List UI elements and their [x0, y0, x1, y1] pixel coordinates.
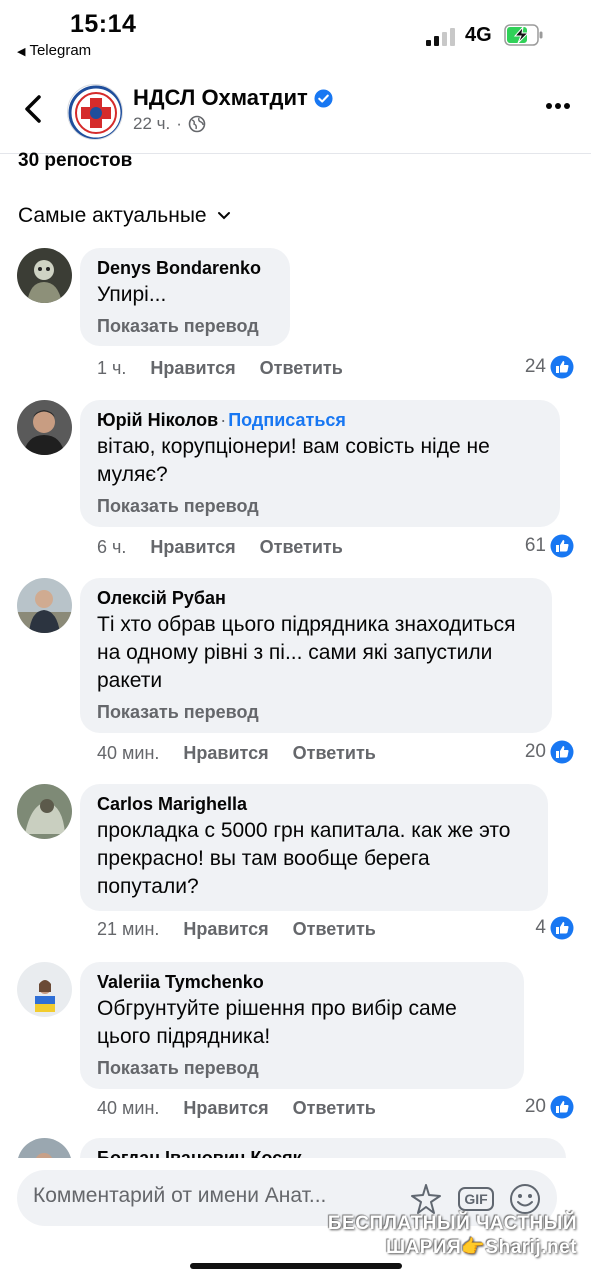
avatar[interactable] — [17, 784, 72, 839]
like-button[interactable]: Нравится — [183, 743, 268, 764]
like-count-value: 20 — [524, 1096, 546, 1117]
comment-text: прокладка с 5000 грн капитала. как же эт… — [97, 819, 511, 898]
globe-icon — [188, 115, 206, 133]
comment-bubble[interactable]: Denys Bondarenko Упирі... Показать перев… — [80, 248, 290, 346]
avatar[interactable] — [17, 248, 72, 303]
comment-input[interactable] — [33, 1184, 393, 1208]
comment-author[interactable]: Юрій Ніколов — [97, 410, 218, 430]
post-meta: 22 ч. · — [133, 114, 206, 134]
avatar[interactable] — [17, 578, 72, 633]
comment-age[interactable]: 1 ч. — [97, 358, 126, 379]
reply-button[interactable]: Ответить — [293, 743, 376, 764]
follow-button[interactable]: Подписаться — [228, 410, 346, 430]
back-triangle-icon: ◀ — [17, 46, 26, 58]
comment-age[interactable]: 40 мин. — [97, 1098, 159, 1119]
show-translation-link[interactable]: Показать перевод — [97, 315, 274, 337]
emoji-icon[interactable] — [508, 1182, 542, 1216]
comment-actions: 40 мин. Нравится Ответить — [97, 1098, 376, 1119]
comment-actions: 40 мин. Нравится Ответить — [97, 743, 376, 764]
comment-actions: 1 ч. Нравится Ответить — [97, 358, 343, 379]
reply-button[interactable]: Ответить — [293, 1098, 376, 1119]
chevron-down-icon — [217, 212, 230, 220]
hospital-logo-icon — [68, 85, 122, 139]
meta-dot: · — [176, 114, 182, 133]
like-button[interactable]: Нравится — [183, 919, 268, 940]
post-header: НДСЛ Охматдит 22 ч. · — [0, 72, 591, 154]
comment-author[interactable]: Valeriia Tymchenko — [97, 971, 508, 993]
avatar[interactable] — [17, 400, 72, 455]
show-translation-link[interactable]: Показать перевод — [97, 701, 536, 723]
home-indicator[interactable] — [190, 1263, 402, 1269]
comment-bubble[interactable]: Carlos Marighella прокладка с 5000 грн к… — [80, 784, 548, 911]
comment-bubble[interactable]: Олексій Рубан Ті хто обрав цього підрядн… — [80, 578, 552, 733]
page-name[interactable]: НДСЛ Охматдит — [133, 85, 333, 111]
gif-label: GIF — [458, 1187, 494, 1211]
like-count[interactable]: 20 — [525, 1095, 574, 1119]
comment-author[interactable]: Carlos Marighella — [97, 793, 532, 815]
watermark-line1: БЕСПЛАТНЫЙ ЧАСТНЫЙ — [327, 1213, 577, 1234]
reply-button[interactable]: Ответить — [293, 919, 376, 940]
page-avatar[interactable] — [67, 84, 123, 140]
comment-bubble[interactable]: Юрій Ніколов · Подписаться вітаю, корупціо… — [80, 400, 560, 527]
comment-author[interactable]: Denys Bondarenko — [97, 257, 274, 279]
like-icon — [550, 355, 574, 379]
sparkle-sticker-icon[interactable] — [409, 1182, 443, 1216]
post-age: 22 ч. — [133, 114, 171, 133]
comment-bubble[interactable]: Valeriia Tymchenko Обгрунтуйте рішення п… — [80, 962, 524, 1089]
show-translation-link[interactable]: Показать перевод — [97, 1057, 508, 1079]
comment-age[interactable]: 6 ч. — [97, 537, 126, 558]
like-count-value: 4 — [535, 917, 546, 938]
like-button[interactable]: Нравится — [150, 537, 235, 558]
comment-text: Ті хто обрав цього підрядника знаходитьс… — [97, 613, 516, 692]
chevron-left-icon[interactable] — [20, 94, 46, 124]
comment-text: Упирі... — [97, 283, 167, 306]
avatar[interactable] — [17, 962, 72, 1017]
comment-actions: 21 мин. Нравится Ответить — [97, 919, 376, 940]
like-icon — [550, 1095, 574, 1119]
separator-dot: · — [220, 410, 227, 430]
reply-button[interactable]: Ответить — [260, 358, 343, 379]
comment-sort-dropdown[interactable]: Самые актуальные — [18, 204, 231, 228]
gif-icon[interactable]: GIF — [458, 1182, 494, 1216]
network-type: 4G — [465, 24, 492, 46]
like-count[interactable]: 4 — [535, 916, 574, 940]
like-count-value: 61 — [524, 535, 546, 556]
more-icon[interactable] — [545, 102, 571, 110]
reply-button[interactable]: Ответить — [260, 537, 343, 558]
page-name-text: НДСЛ Охматдит — [133, 85, 308, 110]
comment-age[interactable]: 21 мин. — [97, 919, 159, 940]
show-translation-link[interactable]: Показать перевод — [97, 495, 544, 517]
like-icon — [550, 740, 574, 764]
like-count-value: 24 — [524, 356, 546, 377]
reposts-count[interactable]: 30 репостов — [18, 150, 132, 172]
comment-author[interactable]: Олексій Рубан — [97, 587, 536, 609]
watermark: БЕСПЛАТНЫЙ ЧАСТНЫЙ ШАРИЯ👉Sharij.net — [328, 1212, 577, 1260]
verified-badge-icon — [314, 88, 333, 108]
comment-text: вітаю, корупціонери! вам совість ніде не… — [97, 435, 490, 486]
comment-author-row: Юрій Ніколов · Подписаться — [97, 409, 544, 431]
sort-label: Самые актуальные — [18, 204, 207, 227]
like-count[interactable]: 61 — [525, 534, 574, 558]
like-button[interactable]: Нравится — [183, 1098, 268, 1119]
watermark-line2: ШАРИЯ👉Sharij.net — [385, 1237, 577, 1258]
comment-age[interactable]: 40 мин. — [97, 743, 159, 764]
battery-charging-icon — [504, 24, 543, 46]
like-icon — [550, 916, 574, 940]
status-bar: 15:14 ◀ Telegram 4G — [0, 0, 591, 70]
like-icon — [550, 534, 574, 558]
like-count[interactable]: 24 — [525, 355, 574, 379]
comment-actions: 6 ч. Нравится Ответить — [97, 537, 343, 558]
signal-icon — [426, 28, 456, 46]
back-app-label: Telegram — [29, 42, 92, 59]
like-count-value: 20 — [524, 741, 546, 762]
status-time: 15:14 — [70, 10, 137, 38]
like-button[interactable]: Нравится — [150, 358, 235, 379]
back-to-telegram[interactable]: ◀ Telegram — [17, 42, 91, 59]
like-count[interactable]: 20 — [525, 740, 574, 764]
comment-text: Обгрунтуйте рішення про вибір саме цього… — [97, 997, 457, 1048]
